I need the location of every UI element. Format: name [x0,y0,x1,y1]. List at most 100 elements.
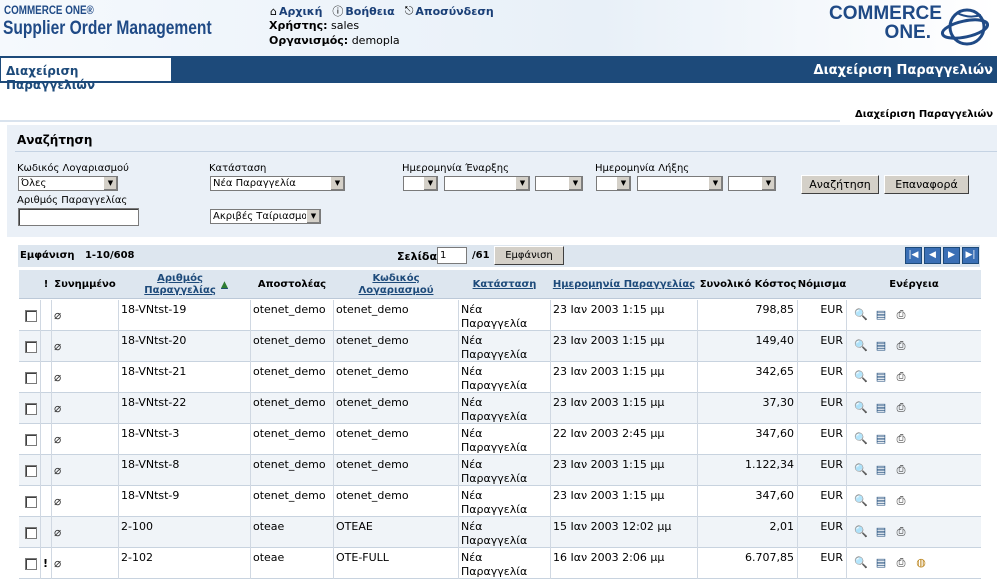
row-checkbox[interactable] [25,527,37,539]
search-panel: Αναζήτηση Κωδικός Λογαριασμού Όλες ▼ Αρι… [7,125,997,237]
flag-cell [41,362,52,393]
select-cell [19,393,41,424]
print-icon[interactable]: ⎙ [893,339,909,353]
magnifier-icon[interactable]: 🔍 [853,494,869,508]
col-sender: Αποστολέας [257,278,327,290]
row-checkbox[interactable] [25,558,37,570]
magnifier-icon[interactable]: 🔍 [853,556,869,570]
logout-link[interactable]: ⎋ Αποσύνδεση [405,3,494,19]
total-cell: 342,65 [698,362,798,393]
print-icon[interactable]: ⎙ [893,308,909,322]
order-number-input[interactable] [18,208,139,226]
attachment-cell: ⌀ [52,424,119,455]
col-order-date[interactable]: Ημερομηνία Παραγγελίας [551,270,697,299]
edit-order-icon[interactable]: ▤ [873,401,889,415]
row-checkbox[interactable] [25,341,37,353]
print-icon[interactable]: ⎙ [893,401,909,415]
flag-cell [41,300,52,331]
end-month-select[interactable]: ▼ [637,176,723,191]
status-cell: Νέα Παραγγελία [459,517,551,548]
home-link[interactable]: ⌂ Αρχική [270,3,322,19]
magnifier-icon[interactable]: 🔍 [853,525,869,539]
col-status[interactable]: Κατάσταση [459,270,550,299]
row-checkbox[interactable] [25,465,37,477]
main-navbar: Διαχείριση Παραγγελιών Διαχείριση Παραγγ… [0,56,997,92]
magnifier-icon[interactable]: 🔍 [853,370,869,384]
magnifier-icon[interactable]: 🔍 [853,463,869,477]
paperclip-icon[interactable]: ⌀ [54,308,61,322]
row-checkbox[interactable] [25,372,37,384]
edit-order-icon[interactable]: ▤ [873,432,889,446]
currency-cell: EUR [798,424,847,455]
match-select[interactable]: Ακριβές Ταίριασμα ▼ [210,209,321,224]
col-account-code[interactable]: Κωδικός Λογαριασμού [334,270,458,299]
order-cell: 18-VNtst-22 [119,393,251,424]
status-label: Κατάσταση [209,163,267,174]
print-icon[interactable]: ⎙ [893,432,909,446]
help-link[interactable]: ⓘ Βοήθεια [332,3,394,19]
prev-page-icon[interactable]: ◀ [924,247,941,264]
row-actions: 🔍 ▤ ⎙ [853,432,909,446]
magnifier-icon[interactable]: 🔍 [853,339,869,353]
status-line2: Παραγγελία [461,410,528,423]
search-title: Αναζήτηση [17,133,93,147]
breadcrumb-divider [0,120,840,122]
edit-order-icon[interactable]: ▤ [873,525,889,539]
status-line1: Νέα [461,334,483,347]
col-order-number[interactable]: Αριθμός Παραγγελίας ▲ [119,270,250,299]
row-checkbox[interactable] [25,310,37,322]
page-input[interactable]: 1 [437,247,467,264]
row-checkbox[interactable] [25,496,37,508]
paperclip-icon[interactable]: ⌀ [54,525,61,539]
end-year-select[interactable]: ▼ [728,176,776,191]
paperclip-icon[interactable]: ⌀ [54,370,61,384]
edit-order-icon[interactable]: ▤ [873,556,889,570]
magnifier-icon[interactable]: 🔍 [853,308,869,322]
row-checkbox[interactable] [25,403,37,415]
status-line2: Παραγγελία [461,472,528,485]
edit-order-icon[interactable]: ▤ [873,339,889,353]
edit-order-icon[interactable]: ▤ [873,494,889,508]
tab-order-management[interactable]: Διαχείριση Παραγγελιών [0,57,172,92]
search-button[interactable]: Αναζήτηση [801,175,879,194]
account-code-select[interactable]: Όλες ▼ [18,176,118,191]
paperclip-icon[interactable]: ⌀ [54,339,61,353]
flag-cell [41,331,52,362]
end-day-select[interactable]: ▼ [596,176,631,191]
print-icon[interactable]: ⎙ [893,556,909,570]
paperclip-icon[interactable]: ⌀ [54,494,61,508]
status-line2: Παραγγελία [461,503,528,516]
status-select[interactable]: Νέα Παραγγελία ▼ [210,176,345,191]
magnifier-icon[interactable]: 🔍 [853,401,869,415]
globe-icon[interactable]: ◍ [913,556,929,570]
print-icon[interactable]: ⎙ [893,494,909,508]
paperclip-icon[interactable]: ⌀ [54,432,61,446]
chevron-down-icon: ▼ [708,177,722,190]
table-row: ⌀ 18-VNtst-20 otenet_demo otenet_demo Νέα Παρ… [19,331,981,362]
paperclip-icon[interactable]: ⌀ [54,556,61,570]
start-day-select[interactable]: ▼ [403,176,438,191]
last-page-icon[interactable]: ▶| [962,247,979,264]
start-month-select[interactable]: ▼ [444,176,530,191]
edit-order-icon[interactable]: ▤ [873,308,889,322]
first-page-icon[interactable]: |◀ [905,247,922,264]
start-year-select[interactable]: ▼ [535,176,583,191]
reset-button[interactable]: Επαναφορά [884,175,969,194]
next-page-icon[interactable]: ▶ [943,247,960,264]
total-cell: 37,30 [698,393,798,424]
paperclip-icon[interactable]: ⌀ [54,401,61,415]
help-icon: ⓘ [332,5,344,18]
print-icon[interactable]: ⎙ [893,525,909,539]
currency-cell: EUR [798,517,847,548]
order-cell: 18-VNtst-8 [119,455,251,486]
edit-order-icon[interactable]: ▤ [873,463,889,477]
status-line2: Παραγγελία [461,348,528,361]
edit-order-icon[interactable]: ▤ [873,370,889,384]
row-actions: 🔍 ▤ ⎙ ◍ [853,556,929,570]
row-checkbox[interactable] [25,434,37,446]
paperclip-icon[interactable]: ⌀ [54,463,61,477]
show-page-button[interactable]: Εμφάνιση [494,246,564,265]
print-icon[interactable]: ⎙ [893,370,909,384]
magnifier-icon[interactable]: 🔍 [853,432,869,446]
print-icon[interactable]: ⎙ [893,463,909,477]
